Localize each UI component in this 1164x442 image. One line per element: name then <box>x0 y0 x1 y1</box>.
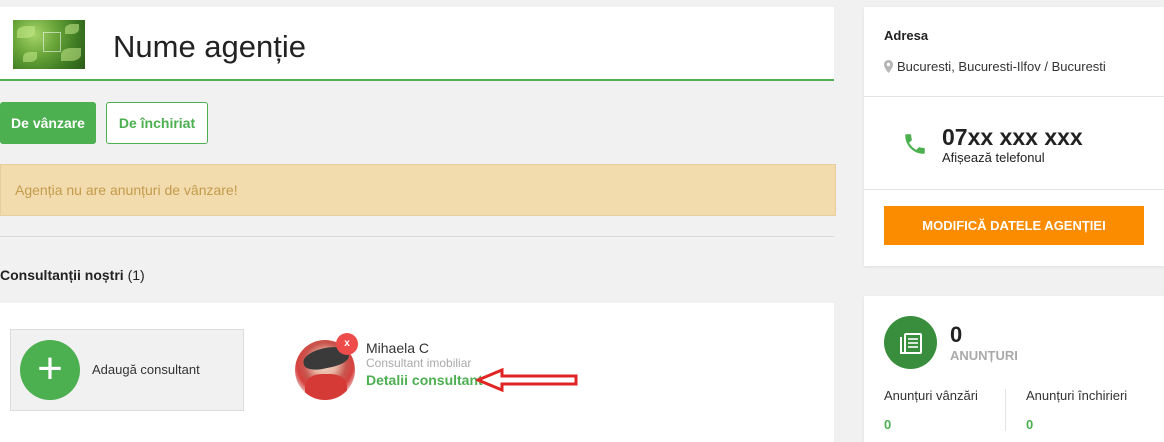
address-text: Bucuresti, Bucuresti-Ilfov / Bucuresti <box>897 59 1106 74</box>
page-title: Nume agenție <box>113 29 307 64</box>
agency-info-card: Adresa Bucuresti, Bucuresti-Ilfov / Bucu… <box>864 7 1164 266</box>
location-pin-icon <box>884 60 893 73</box>
add-consultant-button[interactable]: + Adaugă consultant <box>10 329 244 411</box>
divider <box>864 96 1164 97</box>
rent-stat-count: 0 <box>1026 417 1034 432</box>
alert-message: Agenția nu are anunțuri de vânzare! <box>15 182 238 198</box>
listings-label: ANUNȚURI <box>950 348 1018 363</box>
tab-sale[interactable]: De vânzare <box>0 102 96 144</box>
add-consultant-label: Adaugă consultant <box>92 362 200 377</box>
phone-number: 07xx xxx xxx <box>942 124 1083 150</box>
arrow-left-icon <box>476 368 578 392</box>
consultants-heading: Consultanții noștri (1) <box>0 267 145 283</box>
consultant-role: Consultant imobiliar <box>366 356 472 370</box>
address-line: Bucuresti, Bucuresti-Ilfov / Bucuresti <box>884 59 1106 74</box>
sale-stat-label: Anunțuri vânzări <box>884 388 978 403</box>
edit-agency-button[interactable]: MODIFICĂ DATELE AGENȚIEI <box>884 206 1144 245</box>
show-phone-link[interactable]: Afișează telefonul <box>942 150 1045 165</box>
consultant-name: Mihaela C <box>366 340 430 356</box>
no-listings-alert: Agenția nu are anunțuri de vânzare! <box>0 164 836 216</box>
agency-logo <box>13 20 85 69</box>
listings-stats-card: 0 ANUNȚURI Anunțuri vânzări 0 Anunțuri î… <box>864 296 1164 442</box>
phone-icon <box>905 134 925 154</box>
rent-stat-label: Anunțuri închirieri <box>1026 388 1128 403</box>
plus-icon: + <box>20 340 80 400</box>
address-title: Adresa <box>884 28 929 43</box>
tab-rent[interactable]: De închiriat <box>106 102 208 144</box>
remove-consultant-button[interactable]: x <box>336 333 358 355</box>
consultant-details-link[interactable]: Detalii consultant <box>366 372 483 388</box>
consultants-title: Consultanții noștri <box>0 267 124 283</box>
sale-stat-count: 0 <box>884 417 892 432</box>
sale-stat: Anunțuri vânzări 0 <box>884 388 978 432</box>
divider <box>864 189 1164 190</box>
rent-stat: Anunțuri închirieri 0 <box>1026 388 1127 432</box>
consultants-count: (1) <box>127 267 145 283</box>
consultants-card: + Adaugă consultant x Mihaela C Consulta… <box>0 303 834 442</box>
section-divider <box>0 236 834 237</box>
agency-header: Nume agenție <box>0 7 834 81</box>
listings-total: 0 <box>950 322 963 347</box>
listings-icon <box>884 316 937 369</box>
divider <box>1005 389 1006 431</box>
